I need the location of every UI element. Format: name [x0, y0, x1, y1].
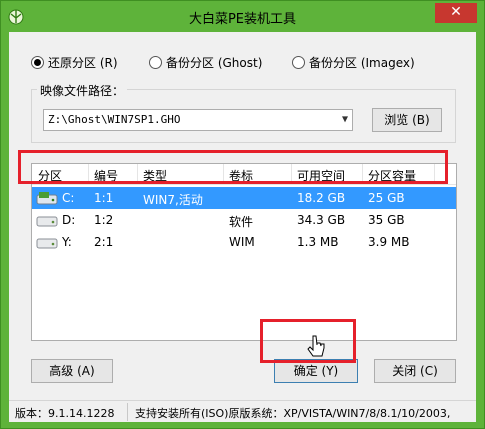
table-row[interactable]: D: 1:2 软件 34.3 GB 35 GB	[32, 209, 456, 231]
radio-restore-label: 还原分区 (R)	[48, 56, 118, 70]
disk-icon	[36, 216, 58, 227]
cell-size: 25 GB	[368, 191, 405, 205]
image-path-label: 映像文件路径：	[37, 82, 128, 99]
window-title: 大白菜PE装机工具	[188, 12, 297, 27]
cell-drive: Y:	[62, 235, 72, 249]
radio-backup-ghost[interactable]: 备份分区 (Ghost)	[149, 54, 262, 71]
main-panel: 还原分区 (R) 备份分区 (Ghost) 备份分区 (Imagex) 映像文件…	[9, 32, 476, 400]
cell-number: 2:1	[94, 235, 114, 249]
col-type[interactable]: 类型	[143, 167, 167, 184]
partition-table[interactable]: 分区 编号 类型 卷标 可用空间 分区容量 C: 1:1 WIN7,活动 18.…	[31, 163, 457, 341]
version-text: 版本：9.1.14.1228	[15, 407, 115, 420]
cell-size: 3.9 MB	[368, 235, 410, 249]
radio-backup-ghost-label: 备份分区 (Ghost)	[166, 56, 263, 70]
cell-number: 1:2	[94, 213, 114, 227]
ok-button[interactable]: 确定 (Y)	[274, 359, 358, 383]
cell-drive: C:	[62, 191, 75, 205]
app-window: 大白菜PE装机工具 ✕ 还原分区 (R) 备份分区 (Ghost) 备份分区 (…	[0, 0, 485, 429]
browse-button[interactable]: 浏览 (B)	[372, 108, 442, 132]
col-free-space[interactable]: 可用空间	[297, 167, 345, 184]
cell-label: 软件	[229, 215, 254, 229]
window-close-button[interactable]: ✕	[435, 3, 477, 23]
title-bar[interactable]: 大白菜PE装机工具 ✕	[1, 1, 484, 31]
radio-backup-imagex-label: 备份分区 (Imagex)	[309, 56, 415, 70]
disk-system-icon	[36, 192, 58, 205]
cell-free: 1.3 MB	[297, 235, 339, 249]
support-text: 支持安装所有(ISO)原版系统：XP/VISTA/WIN7/8/8.1/10/2…	[135, 407, 451, 420]
cell-number: 1:1	[94, 191, 114, 205]
cell-free: 18.2 GB	[297, 191, 346, 205]
cell-label: WIM	[229, 235, 255, 249]
advanced-button[interactable]: 高级 (A)	[31, 359, 113, 383]
radio-restore-indicator[interactable]	[31, 56, 44, 69]
table-row[interactable]: Y: 2:1 WIM 1.3 MB 3.9 MB	[32, 231, 456, 253]
radio-backup-imagex-indicator[interactable]	[292, 56, 305, 69]
cell-size: 35 GB	[368, 213, 405, 227]
disk-icon	[36, 238, 58, 249]
cell-type: WIN7,活动	[143, 193, 203, 207]
col-size[interactable]: 分区容量	[368, 167, 416, 184]
radio-restore[interactable]: 还原分区 (R)	[31, 54, 118, 71]
col-number[interactable]: 编号	[94, 167, 118, 184]
table-row[interactable]: C: 1:1 WIN7,活动 18.2 GB 25 GB	[32, 187, 456, 209]
radio-backup-ghost-indicator[interactable]	[149, 56, 162, 69]
status-bar: 版本：9.1.14.1228 支持安装所有(ISO)原版系统：XP/VISTA/…	[9, 400, 476, 422]
image-path-combobox[interactable]: Z:\Ghost\WIN7SP1.GHO ▼	[43, 109, 353, 131]
cell-free: 34.3 GB	[297, 213, 346, 227]
image-path-value: Z:\Ghost\WIN7SP1.GHO	[48, 113, 181, 126]
close-button[interactable]: 关闭 (C)	[374, 359, 456, 383]
mouse-pointer-icon	[307, 335, 325, 357]
cell-drive: D:	[62, 213, 76, 227]
col-label[interactable]: 卷标	[229, 167, 253, 184]
radio-backup-imagex[interactable]: 备份分区 (Imagex)	[292, 54, 415, 71]
col-partition[interactable]: 分区	[38, 167, 62, 184]
table-header: 分区 编号 类型 卷标 可用空间 分区容量	[32, 164, 456, 185]
chevron-down-icon[interactable]: ▼	[342, 110, 348, 130]
